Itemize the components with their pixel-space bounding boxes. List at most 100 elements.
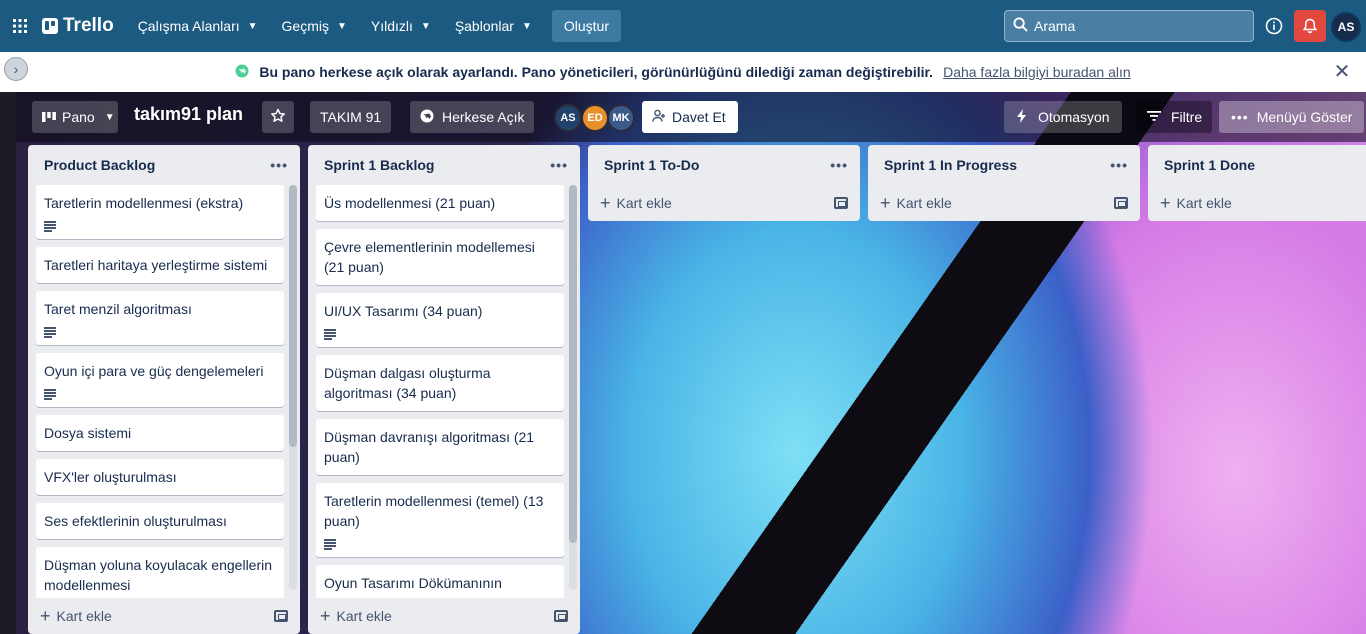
card[interactable]: UI/UX Tasarımı (34 puan): [316, 293, 564, 347]
card[interactable]: Düşman dalgası oluşturma algoritması (34…: [316, 355, 564, 411]
list-title[interactable]: Sprint 1 Done: [1164, 157, 1255, 173]
filter-icon: [1147, 109, 1161, 125]
list-title[interactable]: Sprint 1 In Progress: [884, 157, 1017, 173]
create-from-template-icon[interactable]: [554, 610, 568, 622]
nav-workspaces[interactable]: Çalışma Alanları ▼: [128, 10, 268, 42]
list-sprint-1-in-progress: Sprint 1 In Progress ••• + Kart ekle: [868, 145, 1140, 221]
star-board-button[interactable]: [262, 101, 294, 133]
board-view-switcher[interactable]: Pano ▼: [32, 101, 118, 133]
card[interactable]: Düşman davranışı algoritması (21 puan): [316, 419, 564, 475]
scrollbar-thumb[interactable]: [569, 185, 577, 543]
list-header[interactable]: Product Backlog •••: [28, 145, 300, 185]
card[interactable]: Ses efektlerinin oluşturulması: [36, 503, 284, 539]
team-button[interactable]: TAKIM 91: [310, 101, 392, 133]
card[interactable]: Taret menzil algoritması: [36, 291, 284, 345]
chevron-down-icon: ▼: [104, 111, 115, 123]
expand-sidebar-chevron-icon[interactable]: ›: [4, 57, 28, 81]
list-scrollbar[interactable]: [289, 185, 297, 590]
logo-text: Trello: [63, 15, 114, 36]
chevron-down-icon: ▼: [247, 20, 258, 32]
list-footer: + Kart ekle: [588, 185, 860, 221]
create-button[interactable]: Oluştur: [551, 10, 621, 42]
list-cards: Taretlerin modellenmesi (ekstra) Taretle…: [28, 185, 300, 598]
nav-label: Geçmiş: [281, 18, 329, 34]
show-menu-button[interactable]: ••• Menüyü Göster: [1219, 101, 1365, 133]
card-title: Taret menzil algoritması: [44, 301, 192, 317]
list-title[interactable]: Sprint 1 To-Do: [604, 157, 699, 173]
banner-learn-more-link[interactable]: Daha fazla bilgiyi buradan alın: [943, 64, 1131, 80]
description-icon: [324, 537, 336, 550]
member-avatar[interactable]: MK: [607, 104, 635, 132]
list-footer: + Kart ekle: [868, 185, 1140, 221]
card-title: Oyun Tasarımı Dökümanının oluşturulması …: [324, 575, 502, 598]
card-title: Ses efektlerinin oluşturulması: [44, 513, 227, 529]
list-header[interactable]: Sprint 1 Backlog •••: [308, 145, 580, 185]
search-input[interactable]: Arama: [1004, 10, 1254, 42]
trello-logo[interactable]: Trello: [42, 15, 114, 37]
card[interactable]: Dosya sistemi: [36, 415, 284, 451]
create-from-template-icon[interactable]: [834, 197, 848, 209]
list-header[interactable]: Sprint 1 In Progress •••: [868, 145, 1140, 185]
list-menu-icon[interactable]: •••: [270, 157, 288, 173]
add-card-button[interactable]: + Kart ekle: [880, 194, 952, 212]
card[interactable]: Düşman yoluna koyulacak engellerin model…: [36, 547, 284, 598]
card[interactable]: Oyun içi para ve güç dengelemeleri: [36, 353, 284, 407]
chevron-down-icon: ▼: [521, 20, 532, 32]
description-icon: [44, 219, 56, 232]
list-title[interactable]: Sprint 1 Backlog: [324, 157, 434, 173]
card-title: Düşman davranışı algoritması (21 puan): [324, 429, 535, 465]
automation-button[interactable]: Otomasyon: [1004, 101, 1122, 133]
board-view-label: Pano: [62, 109, 95, 125]
nav-starred[interactable]: Yıldızlı ▼: [361, 10, 441, 42]
board-header: Pano ▼ takım91 plan TAKIM 91 Herkese Açı…: [16, 92, 1366, 142]
list-cards: Üs modellenmesi (21 puan) Çevre elementl…: [308, 185, 580, 598]
list-scrollbar[interactable]: [569, 185, 577, 590]
card[interactable]: Taretleri haritaya yerleştirme sistemi: [36, 247, 284, 283]
board-title[interactable]: takım91 plan: [134, 104, 243, 125]
invite-button[interactable]: Davet Et: [642, 101, 738, 133]
create-from-template-icon[interactable]: [274, 610, 288, 622]
list-header[interactable]: Sprint 1 Done: [1148, 145, 1366, 185]
close-icon[interactable]: ✕: [1330, 59, 1354, 83]
nav-templates[interactable]: Şablonlar ▼: [445, 10, 542, 42]
list-menu-icon[interactable]: •••: [830, 157, 848, 173]
card[interactable]: Çevre elementlerinin modellemesi (21 pua…: [316, 229, 564, 285]
notifications-bell-icon[interactable]: [1294, 10, 1326, 42]
scrollbar-thumb[interactable]: [289, 185, 297, 447]
info-icon[interactable]: [1262, 14, 1286, 38]
automation-label: Otomasyon: [1038, 109, 1110, 125]
list-sprint-1-backlog: Sprint 1 Backlog ••• Üs modellenmesi (21…: [308, 145, 580, 634]
nav-recent[interactable]: Geçmiş ▼: [272, 10, 357, 42]
app-switcher-icon[interactable]: [0, 0, 40, 52]
list-menu-icon[interactable]: •••: [1110, 157, 1128, 173]
list-menu-icon[interactable]: •••: [550, 157, 568, 173]
visibility-button[interactable]: Herkese Açık: [410, 101, 535, 133]
nav-label: Çalışma Alanları: [137, 18, 240, 34]
banner-message: Bu pano herkese açık olarak ayarlandı. P…: [259, 64, 934, 80]
card[interactable]: Taretlerin modellenmesi (ekstra): [36, 185, 284, 239]
member-avatar[interactable]: ED: [581, 104, 609, 132]
list-footer: + Kart ekle: [1148, 185, 1366, 221]
add-card-button[interactable]: + Kart ekle: [320, 607, 392, 625]
invite-label: Davet Et: [672, 109, 726, 125]
add-card-button[interactable]: + Kart ekle: [40, 607, 112, 625]
nav-label: Şablonlar: [454, 18, 514, 34]
card[interactable]: VFX'ler oluşturulması: [36, 459, 284, 495]
create-from-template-icon[interactable]: [1114, 197, 1128, 209]
add-card-button[interactable]: + Kart ekle: [600, 194, 672, 212]
filter-button[interactable]: Filtre: [1137, 101, 1213, 133]
card-title: UI/UX Tasarımı (34 puan): [324, 303, 483, 319]
board-view-icon: [42, 109, 56, 125]
user-avatar[interactable]: AS: [1331, 12, 1361, 42]
list-header[interactable]: Sprint 1 To-Do •••: [588, 145, 860, 185]
card[interactable]: Üs modellenmesi (21 puan): [316, 185, 564, 221]
board-canvas: Pano ▼ takım91 plan TAKIM 91 Herkese Açı…: [16, 92, 1366, 634]
member-avatar[interactable]: AS: [554, 104, 582, 132]
card[interactable]: Taretlerin modellenmesi (temel) (13 puan…: [316, 483, 564, 557]
visibility-label: Herkese Açık: [442, 109, 525, 125]
list-title[interactable]: Product Backlog: [44, 157, 155, 173]
add-member-icon: [652, 109, 666, 126]
add-card-label: Kart ekle: [56, 608, 112, 624]
add-card-button[interactable]: + Kart ekle: [1160, 194, 1232, 212]
card[interactable]: Oyun Tasarımı Dökümanının oluşturulması …: [316, 565, 564, 598]
